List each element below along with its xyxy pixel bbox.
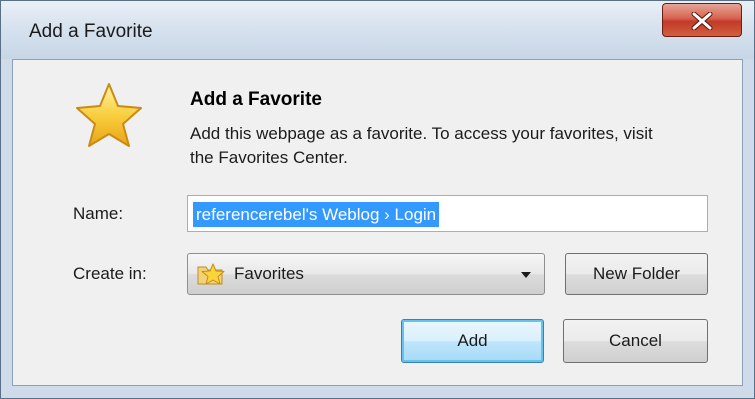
name-input-selected-text: referencerebel's Weblog › Login bbox=[193, 202, 440, 227]
add-favorite-dialog: Add a Favorite Add a Favorite Add this w… bbox=[0, 0, 755, 399]
create-in-dropdown[interactable]: Favorites bbox=[187, 253, 545, 295]
name-input[interactable]: referencerebel's Weblog › Login bbox=[187, 195, 708, 232]
chevron-down-icon bbox=[521, 272, 531, 278]
close-icon bbox=[691, 12, 713, 30]
close-button[interactable] bbox=[662, 3, 742, 37]
dialog-description: Add this webpage as a favorite. To acces… bbox=[190, 124, 653, 167]
dialog-heading: Add a Favorite bbox=[190, 89, 322, 110]
window-title: Add a Favorite bbox=[29, 21, 153, 42]
star-icon bbox=[76, 83, 142, 147]
add-button[interactable]: Add bbox=[401, 319, 544, 363]
create-in-value: Favorites bbox=[234, 264, 304, 283]
title-bar[interactable]: Add a Favorite bbox=[1, 1, 754, 59]
new-folder-button[interactable]: New Folder bbox=[565, 253, 708, 295]
cancel-button[interactable]: Cancel bbox=[563, 319, 708, 363]
folder-star-icon bbox=[197, 263, 225, 285]
create-in-label: Create in: bbox=[73, 264, 147, 283]
name-label: Name: bbox=[73, 204, 124, 223]
dialog-body: Add a Favorite Add this webpage as a fav… bbox=[12, 59, 743, 386]
